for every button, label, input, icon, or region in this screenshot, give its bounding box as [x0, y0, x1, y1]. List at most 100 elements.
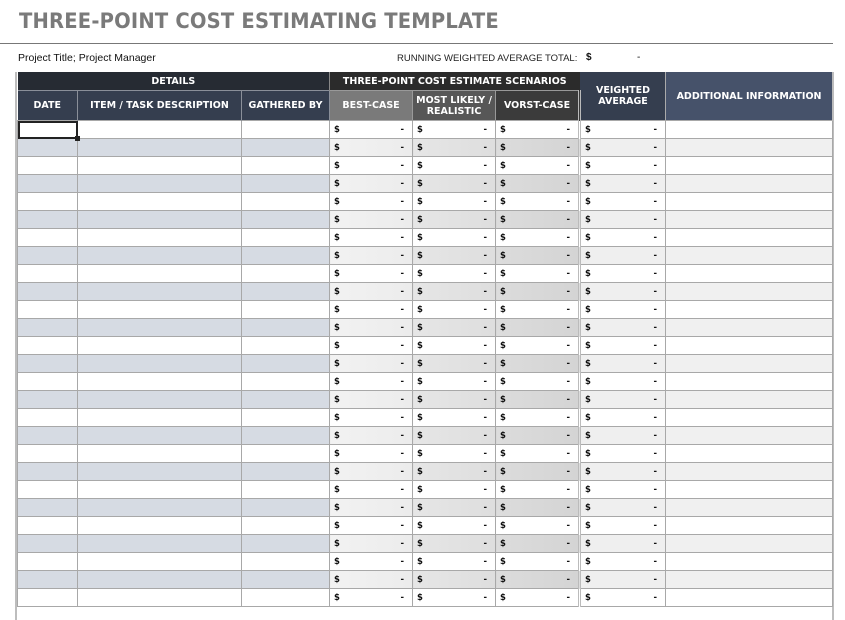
- date-cell[interactable]: [17, 570, 78, 589]
- additional-information-cell[interactable]: [665, 336, 834, 355]
- gathered-by-cell[interactable]: [240, 354, 331, 373]
- item-description-cell[interactable]: [77, 300, 242, 319]
- most-likely-cell[interactable]: $ -: [412, 372, 497, 391]
- column-header-item-description[interactable]: ITEM / TASK DESCRIPTION: [77, 90, 242, 121]
- best-case-cell[interactable]: $ -: [329, 210, 414, 229]
- date-cell[interactable]: [17, 264, 78, 283]
- item-description-cell[interactable]: [77, 210, 242, 229]
- worst-case-cell[interactable]: $ -: [495, 408, 582, 427]
- date-cell[interactable]: [17, 390, 78, 409]
- weighted-average-cell[interactable]: $ -: [579, 138, 667, 157]
- item-description-cell[interactable]: [77, 138, 242, 157]
- gathered-by-cell[interactable]: [240, 390, 331, 409]
- date-cell[interactable]: [17, 336, 78, 355]
- most-likely-cell[interactable]: $ -: [412, 480, 497, 499]
- best-case-cell[interactable]: $ -: [329, 372, 414, 391]
- additional-information-cell[interactable]: [665, 462, 834, 481]
- most-likely-cell[interactable]: $ -: [412, 444, 497, 463]
- most-likely-cell[interactable]: $ -: [412, 246, 497, 265]
- additional-information-cell[interactable]: [665, 246, 834, 265]
- worst-case-cell[interactable]: $ -: [495, 570, 582, 589]
- worst-case-cell[interactable]: $ -: [495, 282, 582, 301]
- item-description-cell[interactable]: [77, 156, 242, 175]
- date-cell[interactable]: [17, 318, 78, 337]
- worst-case-cell[interactable]: $ -: [495, 246, 582, 265]
- most-likely-cell[interactable]: $ -: [412, 534, 497, 553]
- column-header-date[interactable]: DATE: [17, 90, 78, 121]
- date-cell[interactable]: [17, 282, 78, 301]
- best-case-cell[interactable]: $ -: [329, 264, 414, 283]
- worst-case-cell[interactable]: $ -: [495, 552, 582, 571]
- item-description-cell[interactable]: [77, 498, 242, 517]
- weighted-average-cell[interactable]: $ -: [579, 552, 667, 571]
- worst-case-cell[interactable]: $ -: [495, 156, 582, 175]
- gathered-by-cell[interactable]: [240, 534, 331, 553]
- most-likely-cell[interactable]: $ -: [412, 408, 497, 427]
- best-case-cell[interactable]: $ -: [329, 156, 414, 175]
- best-case-cell[interactable]: $ -: [329, 174, 414, 193]
- most-likely-cell[interactable]: $ -: [412, 552, 497, 571]
- best-case-cell[interactable]: $ -: [329, 120, 414, 139]
- worst-case-cell[interactable]: $ -: [495, 480, 582, 499]
- additional-information-cell[interactable]: [665, 552, 834, 571]
- weighted-average-cell[interactable]: $ -: [579, 336, 667, 355]
- item-description-cell[interactable]: [77, 444, 242, 463]
- gathered-by-cell[interactable]: [240, 462, 331, 481]
- best-case-cell[interactable]: $ -: [329, 516, 414, 535]
- column-header-additional-information[interactable]: ADDITIONAL INFORMATION: [665, 72, 834, 121]
- most-likely-cell[interactable]: $ -: [412, 588, 497, 607]
- best-case-cell[interactable]: $ -: [329, 570, 414, 589]
- additional-information-cell[interactable]: [665, 282, 834, 301]
- weighted-average-cell[interactable]: $ -: [579, 426, 667, 445]
- weighted-average-cell[interactable]: $ -: [579, 264, 667, 283]
- most-likely-cell[interactable]: $ -: [412, 318, 497, 337]
- most-likely-cell[interactable]: $ -: [412, 192, 497, 211]
- column-header-most-likely[interactable]: MOST LIKELY / REALISTIC: [412, 90, 497, 121]
- gathered-by-cell[interactable]: [240, 336, 331, 355]
- additional-information-cell[interactable]: [665, 498, 834, 517]
- worst-case-cell[interactable]: $ -: [495, 300, 582, 319]
- additional-information-cell[interactable]: [665, 588, 834, 607]
- column-header-gathered-by[interactable]: GATHERED BY: [241, 90, 331, 121]
- column-header-weighted-average[interactable]: VEIGHTED AVERAGE: [579, 72, 667, 121]
- most-likely-cell[interactable]: $ -: [412, 516, 497, 535]
- column-header-best-case[interactable]: BEST-CASE: [329, 90, 414, 121]
- item-description-cell[interactable]: [77, 408, 242, 427]
- most-likely-cell[interactable]: $ -: [412, 120, 497, 139]
- additional-information-cell[interactable]: [665, 444, 834, 463]
- best-case-cell[interactable]: $ -: [329, 552, 414, 571]
- date-cell[interactable]: [17, 228, 78, 247]
- additional-information-cell[interactable]: [665, 138, 834, 157]
- item-description-cell[interactable]: [77, 174, 242, 193]
- worst-case-cell[interactable]: $ -: [495, 498, 582, 517]
- most-likely-cell[interactable]: $ -: [412, 498, 497, 517]
- gathered-by-cell[interactable]: [240, 498, 331, 517]
- best-case-cell[interactable]: $ -: [329, 300, 414, 319]
- weighted-average-cell[interactable]: $ -: [579, 408, 667, 427]
- best-case-cell[interactable]: $ -: [329, 282, 414, 301]
- worst-case-cell[interactable]: $ -: [495, 264, 582, 283]
- best-case-cell[interactable]: $ -: [329, 138, 414, 157]
- gathered-by-cell[interactable]: [240, 426, 331, 445]
- worst-case-cell[interactable]: $ -: [495, 318, 582, 337]
- additional-information-cell[interactable]: [665, 516, 834, 535]
- worst-case-cell[interactable]: $ -: [495, 120, 582, 139]
- date-cell[interactable]: [17, 552, 78, 571]
- worst-case-cell[interactable]: $ -: [495, 444, 582, 463]
- worst-case-cell[interactable]: $ -: [495, 372, 582, 391]
- weighted-average-cell[interactable]: $ -: [579, 498, 667, 517]
- most-likely-cell[interactable]: $ -: [412, 336, 497, 355]
- date-cell[interactable]: [17, 462, 78, 481]
- weighted-average-cell[interactable]: $ -: [579, 120, 667, 139]
- worst-case-cell[interactable]: $ -: [495, 210, 582, 229]
- date-cell[interactable]: [17, 372, 78, 391]
- gathered-by-cell[interactable]: [240, 300, 331, 319]
- weighted-average-cell[interactable]: $ -: [579, 372, 667, 391]
- gathered-by-cell[interactable]: [240, 282, 331, 301]
- most-likely-cell[interactable]: $ -: [412, 300, 497, 319]
- item-description-cell[interactable]: [77, 552, 242, 571]
- additional-information-cell[interactable]: [665, 228, 834, 247]
- item-description-cell[interactable]: [77, 462, 242, 481]
- most-likely-cell[interactable]: $ -: [412, 282, 497, 301]
- best-case-cell[interactable]: $ -: [329, 192, 414, 211]
